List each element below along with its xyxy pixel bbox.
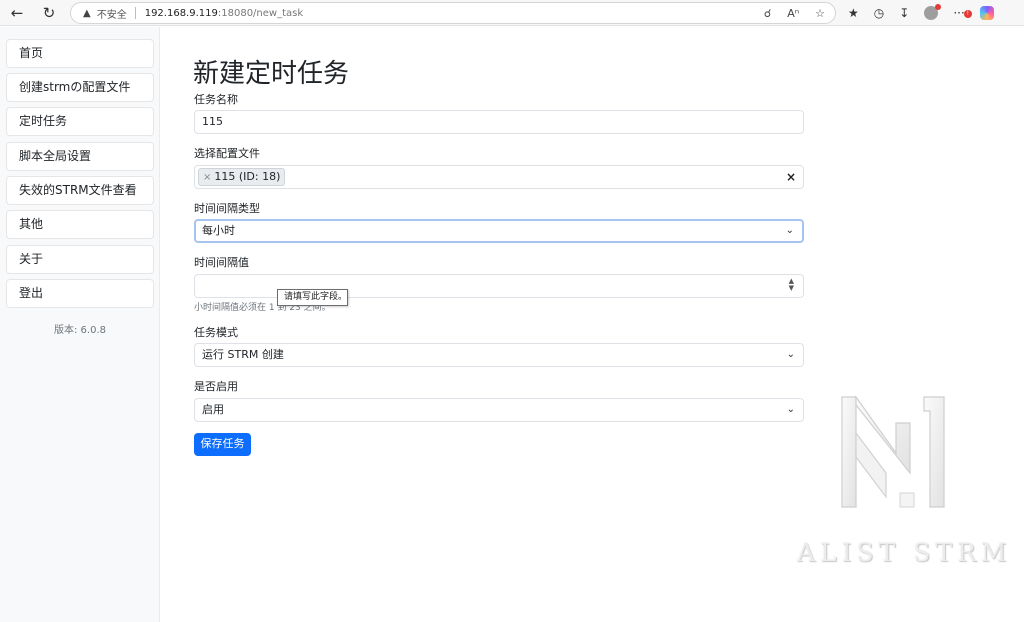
notification-badge: ! (963, 10, 972, 18)
enabled-value: 启用 (202, 403, 224, 416)
number-stepper-icon[interactable]: ▲ ▼ (789, 278, 794, 292)
back-icon[interactable]: ← (4, 0, 30, 26)
url-host[interactable]: 192.168.9.119 (145, 8, 218, 19)
sidebar-item-logout[interactable]: 登出 (6, 279, 154, 308)
alist-strm-logo (841, 395, 945, 508)
enabled-select[interactable]: 启用 ⌄ (194, 398, 804, 422)
page-title: 新建定时任务 (193, 59, 350, 89)
task-mode-value: 运行 STRM 创建 (202, 348, 284, 361)
chevron-down-icon: ⌄ (786, 404, 795, 415)
task-name-input[interactable]: 115 (194, 110, 804, 134)
task-mode-select[interactable]: 运行 STRM 创建 ⌄ (194, 343, 804, 367)
version-label: 版本: 6.0.8 (54, 325, 106, 336)
interval-type-label: 时间间隔类型 (194, 202, 260, 215)
history-icon[interactable]: ◷ (874, 6, 884, 20)
address-separator (134, 7, 136, 19)
url-path[interactable]: :18080/new_task (218, 8, 303, 19)
save-task-button[interactable]: 保存任务 (194, 433, 251, 456)
sidebar: 首页 创建strmの配置文件 定时任务 脚本全局设置 失效的STRM文件查看 其… (0, 27, 160, 622)
chevron-down-icon: ⌄ (786, 349, 795, 360)
interval-value-label: 时间间隔值 (194, 256, 249, 269)
selected-config-label: 115 (ID: 18) (214, 170, 281, 183)
favorites-list-icon[interactable]: ★ (848, 6, 859, 20)
warning-icon[interactable]: ▲ (83, 8, 91, 19)
sidebar-item-about[interactable]: 关于 (6, 245, 154, 274)
favorite-icon[interactable]: ☆ (815, 7, 825, 20)
browser-toolbar: ← ↻ ▲ 不安全 192.168.9.119:18080/new_task ☌… (0, 0, 1024, 26)
validation-tooltip: 请填写此字段。 (277, 289, 348, 306)
insecure-label[interactable]: 不安全 (97, 6, 127, 21)
enabled-label: 是否启用 (194, 380, 238, 393)
clear-selection-icon[interactable]: × (786, 166, 796, 188)
copilot-icon[interactable] (979, 6, 994, 20)
address-bar[interactable]: ▲ 不安全 192.168.9.119:18080/new_task ☌ Aⁿ … (70, 2, 836, 24)
more-icon[interactable]: ···! (953, 6, 972, 20)
selected-config-tag[interactable]: × 115 (ID: 18) (198, 168, 286, 186)
download-icon[interactable]: ↧ (899, 6, 909, 20)
profile-icon[interactable] (924, 4, 942, 20)
watermark-text: ALIST STRM (797, 538, 1012, 567)
sidebar-item-invalid-strm[interactable]: 失效的STRM文件查看 (6, 176, 154, 205)
interval-type-select[interactable]: 每小时 ⌄ (194, 219, 804, 243)
sidebar-item-scheduled-tasks[interactable]: 定时任务 (6, 107, 154, 136)
task-mode-label: 任务模式 (194, 326, 238, 339)
zoom-icon[interactable]: ☌ (764, 7, 771, 20)
sidebar-item-other[interactable]: 其他 (6, 210, 154, 239)
tag-remove-icon[interactable]: × (203, 172, 211, 183)
config-file-label: 选择配置文件 (194, 147, 260, 160)
config-file-select[interactable]: × 115 (ID: 18) × (194, 165, 804, 189)
sidebar-item-home[interactable]: 首页 (6, 39, 154, 68)
task-name-label: 任务名称 (194, 93, 238, 106)
interval-type-value: 每小时 (202, 224, 235, 237)
reload-icon[interactable]: ↻ (36, 0, 62, 26)
chevron-down-icon: ⌄ (785, 225, 794, 236)
read-aloud-icon[interactable]: Aⁿ (787, 7, 799, 20)
sidebar-item-create-config[interactable]: 创建strmの配置文件 (6, 73, 154, 102)
sidebar-item-global-settings[interactable]: 脚本全局设置 (6, 142, 154, 171)
